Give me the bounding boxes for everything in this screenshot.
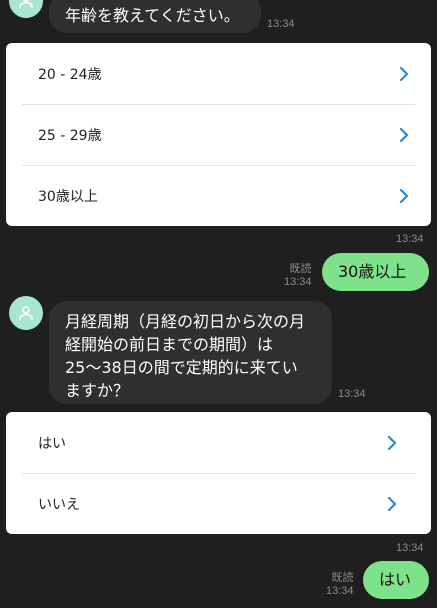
user-message-age: 30歳以上 (322, 253, 429, 291)
bot-message-age-question: 年齢を教えてください。 (49, 0, 261, 33)
read-status: 既読 13:34 (284, 263, 312, 289)
option-label: 20 - 24歳 (38, 66, 102, 83)
option-label: いいえ (38, 496, 80, 513)
message-timestamp: 13:34 (267, 18, 295, 30)
read-label: 既読 (331, 572, 354, 584)
message-timestamp: 13:34 (338, 388, 366, 400)
person-icon (19, 306, 33, 320)
user-message-cycle: はい (363, 561, 429, 599)
options-timestamp: 13:34 (396, 542, 424, 554)
chevron-right-icon (399, 127, 409, 142)
read-label: 既読 (289, 263, 312, 275)
message-text: 年齢を教えてください。 (65, 6, 240, 25)
option-30-plus[interactable]: 30歳以上 (6, 165, 431, 226)
yesno-options-card: はい いいえ (6, 412, 431, 534)
chevron-right-icon (387, 435, 397, 450)
option-no[interactable]: いいえ (6, 473, 431, 534)
option-label: 25 - 29歳 (38, 127, 102, 144)
option-label: 30歳以上 (38, 188, 98, 205)
message-text: 30歳以上 (338, 262, 407, 281)
chevron-right-icon (387, 496, 397, 511)
option-label: はい (38, 435, 66, 452)
bot-avatar (9, 0, 43, 18)
age-options-card: 20 - 24歳 25 - 29歳 30歳以上 (6, 43, 431, 226)
message-line: 月経周期（月経の初日から次の月 (65, 312, 306, 331)
person-icon (19, 0, 33, 8)
message-line: 経開始の前日までの期間）は (65, 335, 274, 354)
chevron-right-icon (399, 188, 409, 203)
read-status: 既読 13:34 (326, 572, 354, 598)
option-20-24[interactable]: 20 - 24歳 (6, 43, 431, 104)
message-text: はい (379, 570, 412, 589)
bot-avatar (9, 296, 43, 330)
message-timestamp: 13:34 (284, 276, 312, 288)
option-25-29[interactable]: 25 - 29歳 (6, 104, 431, 165)
message-line: ますか？ (65, 381, 130, 400)
message-timestamp: 13:34 (326, 585, 354, 597)
chevron-right-icon (399, 66, 409, 81)
options-timestamp: 13:34 (396, 233, 424, 245)
bot-message-cycle-question: 月経周期（月経の初日から次の月 経開始の前日までの期間）は 25～38日の間で定… (49, 301, 332, 404)
option-yes[interactable]: はい (6, 412, 431, 473)
message-line: 25～38日の間で定期的に来てい (65, 358, 298, 377)
